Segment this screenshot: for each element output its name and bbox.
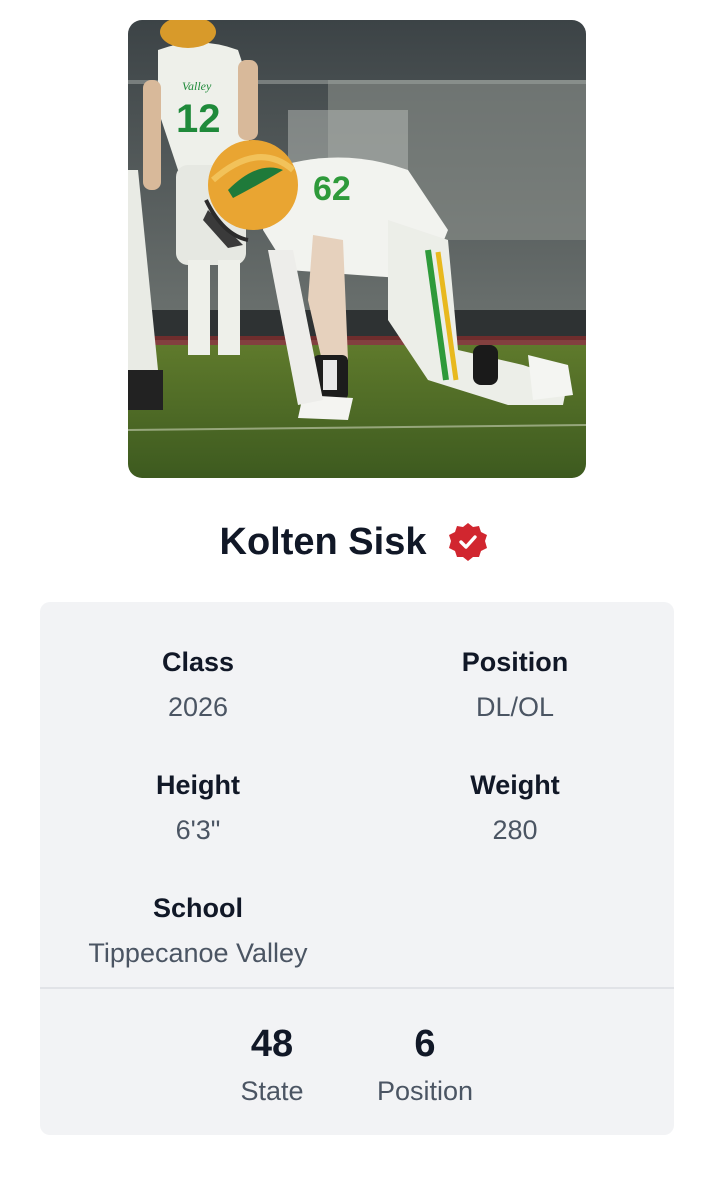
position-rank-number: 6	[414, 1023, 436, 1065]
position-stat: Position DL/OL	[357, 646, 673, 723]
class-value: 2026	[167, 692, 229, 722]
class-stat: Class 2026	[40, 646, 356, 723]
position-value: DL/OL	[475, 692, 555, 722]
school-label: School	[152, 893, 243, 923]
player-photo: 12 Valley 62	[128, 20, 586, 478]
player-name-row: Kolten Sisk	[0, 512, 708, 572]
player-name: Kolten Sisk	[219, 520, 427, 563]
school-stat: School Tippecanoe Valley	[40, 892, 356, 969]
height-value: 6'3"	[175, 815, 221, 845]
verified-badge-icon	[448, 522, 488, 562]
position-rank-label: Position	[376, 1076, 474, 1106]
position-rank: 6 Position	[345, 1022, 505, 1108]
weight-label: Weight	[470, 770, 560, 800]
height-label: Height	[156, 770, 240, 800]
player-details-card: Class 2026 Position DL/OL Height 6'3" We…	[40, 602, 674, 1135]
position-label: Position	[461, 647, 569, 677]
school-value: Tippecanoe Valley	[88, 938, 308, 968]
card-divider	[40, 987, 674, 989]
svg-text:62: 62	[313, 170, 351, 208]
state-rank-number: 48	[250, 1023, 294, 1065]
weight-value: 280	[492, 815, 538, 845]
state-rank: 48 State	[192, 1022, 352, 1108]
svg-text:12: 12	[176, 97, 221, 141]
weight-stat: Weight 280	[357, 769, 673, 846]
svg-text:Valley: Valley	[182, 79, 212, 93]
height-stat: Height 6'3"	[40, 769, 356, 846]
state-rank-label: State	[240, 1076, 304, 1106]
class-label: Class	[161, 647, 235, 677]
